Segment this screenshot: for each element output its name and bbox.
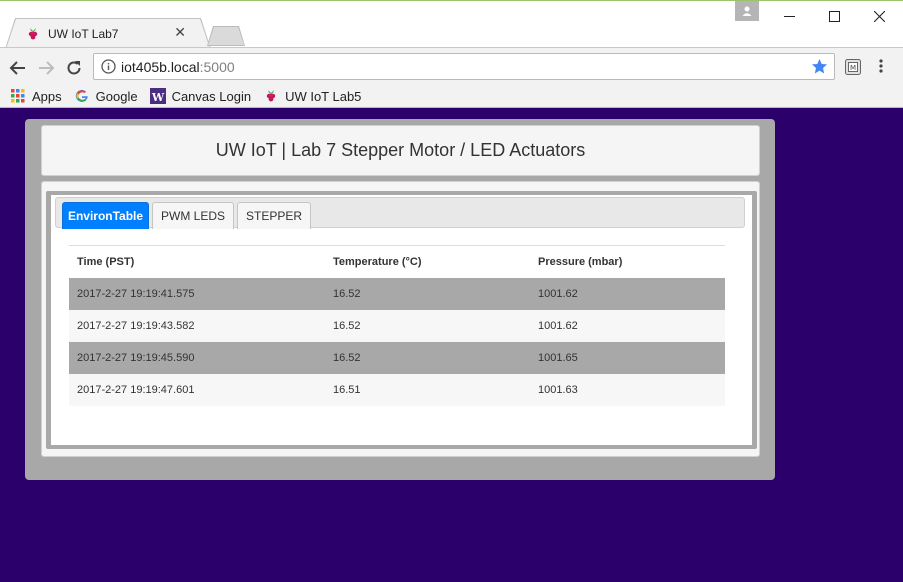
bookmark-label: Apps xyxy=(32,88,62,104)
cell-pressure: 1001.62 xyxy=(530,309,725,342)
bookmark-label: Google xyxy=(95,88,138,104)
close-window-button[interactable] xyxy=(857,1,902,31)
bookmark-star-icon[interactable] xyxy=(811,58,828,79)
svg-text:W: W xyxy=(150,91,164,104)
column-header-time: Time (PST) xyxy=(69,245,325,278)
browser-titlebar: UW IoT Lab7 ✕ xyxy=(0,0,903,49)
user-profile-icon[interactable] xyxy=(735,1,759,21)
page-title: UW IoT | Lab 7 Stepper Motor / LED Actua… xyxy=(215,140,586,160)
browser-tab-content[interactable]: UW IoT Lab7 ✕ xyxy=(14,19,200,48)
tab-close-icon[interactable]: ✕ xyxy=(174,25,186,41)
cell-pressure: 1001.65 xyxy=(530,341,725,374)
back-arrow-icon[interactable] xyxy=(6,56,30,80)
svg-text:M: M xyxy=(850,64,856,72)
url-host: iot405b.local xyxy=(121,59,200,75)
table-row: 2017-2-27 19:19:41.575 16.52 1001.62 xyxy=(69,277,725,310)
cell-time: 2017-2-27 19:19:43.582 xyxy=(69,309,325,342)
cell-temperature: 16.51 xyxy=(325,373,530,406)
bookmark-google[interactable]: Google xyxy=(74,88,138,104)
tab-bar: EnvironTable PWM LEDS STEPPER xyxy=(55,197,745,229)
tab-title: UW IoT Lab7 xyxy=(48,26,119,41)
bookmark-uw-iot-lab5[interactable]: UW IoT Lab5 xyxy=(263,88,361,104)
cell-time: 2017-2-27 19:19:41.575 xyxy=(69,277,325,310)
table-row: 2017-2-27 19:19:43.582 16.52 1001.62 xyxy=(69,309,725,342)
content-frame: EnvironTable PWM LEDS STEPPER Time (PST)… xyxy=(46,191,757,449)
maximize-button[interactable] xyxy=(812,1,857,31)
bookmarks-bar: Apps Google W Canvas Login UW IoT Lab5 xyxy=(0,84,903,108)
page-container: UW IoT | Lab 7 Stepper Motor / LED Actua… xyxy=(25,119,775,480)
extension-icon[interactable]: M xyxy=(845,59,861,75)
table-row: 2017-2-27 19:19:47.601 16.51 1001.63 xyxy=(69,373,725,406)
environment-table: Time (PST) Temperature (°C) Pressure (mb… xyxy=(69,245,725,406)
bookmark-label: UW IoT Lab5 xyxy=(285,88,362,104)
cell-time: 2017-2-27 19:19:47.601 xyxy=(69,373,325,406)
tab-panel: EnvironTable PWM LEDS STEPPER Time (PST)… xyxy=(51,195,752,445)
content-card: EnvironTable PWM LEDS STEPPER Time (PST)… xyxy=(41,181,760,457)
column-header-pressure: Pressure (mbar) xyxy=(530,245,725,278)
url-text[interactable]: iot405b.local:5000 xyxy=(121,59,235,75)
reload-icon[interactable] xyxy=(62,56,86,80)
cell-time: 2017-2-27 19:19:45.590 xyxy=(69,341,325,374)
new-tab-button[interactable] xyxy=(208,27,244,45)
bookmark-canvas-login[interactable]: W Canvas Login xyxy=(149,88,252,104)
address-bar[interactable]: iot405b.local:5000 xyxy=(93,53,835,80)
menu-kebab-icon[interactable] xyxy=(878,58,884,78)
cell-pressure: 1001.63 xyxy=(530,373,725,406)
browser-toolbar: iot405b.local:5000 M Apps Google W Canva… xyxy=(0,47,903,108)
uw-w-icon: W xyxy=(149,88,166,104)
table-header-row: Time (PST) Temperature (°C) Pressure (mb… xyxy=(69,245,725,278)
tab-environtable[interactable]: EnvironTable xyxy=(62,202,149,229)
cell-temperature: 16.52 xyxy=(325,309,530,342)
header-card: UW IoT | Lab 7 Stepper Motor / LED Actua… xyxy=(41,125,760,176)
cell-pressure: 1001.62 xyxy=(530,277,725,310)
column-header-temperature: Temperature (°C) xyxy=(325,245,530,278)
table-row: 2017-2-27 19:19:45.590 16.52 1001.65 xyxy=(69,341,725,374)
url-port: :5000 xyxy=(199,59,235,75)
cell-temperature: 16.52 xyxy=(325,341,530,374)
raspberry-icon xyxy=(263,88,279,104)
google-icon xyxy=(74,88,90,104)
raspberry-icon xyxy=(26,27,40,41)
apps-grid-icon xyxy=(10,88,26,104)
info-icon[interactable] xyxy=(101,59,116,74)
cell-temperature: 16.52 xyxy=(325,277,530,310)
bookmark-apps[interactable]: Apps xyxy=(10,88,62,104)
forward-arrow-icon[interactable] xyxy=(34,56,58,80)
tab-pwm-leds[interactable]: PWM LEDS xyxy=(152,202,234,229)
tab-stepper[interactable]: STEPPER xyxy=(237,202,311,229)
bookmark-label: Canvas Login xyxy=(171,88,252,104)
minimize-button[interactable] xyxy=(767,1,812,31)
